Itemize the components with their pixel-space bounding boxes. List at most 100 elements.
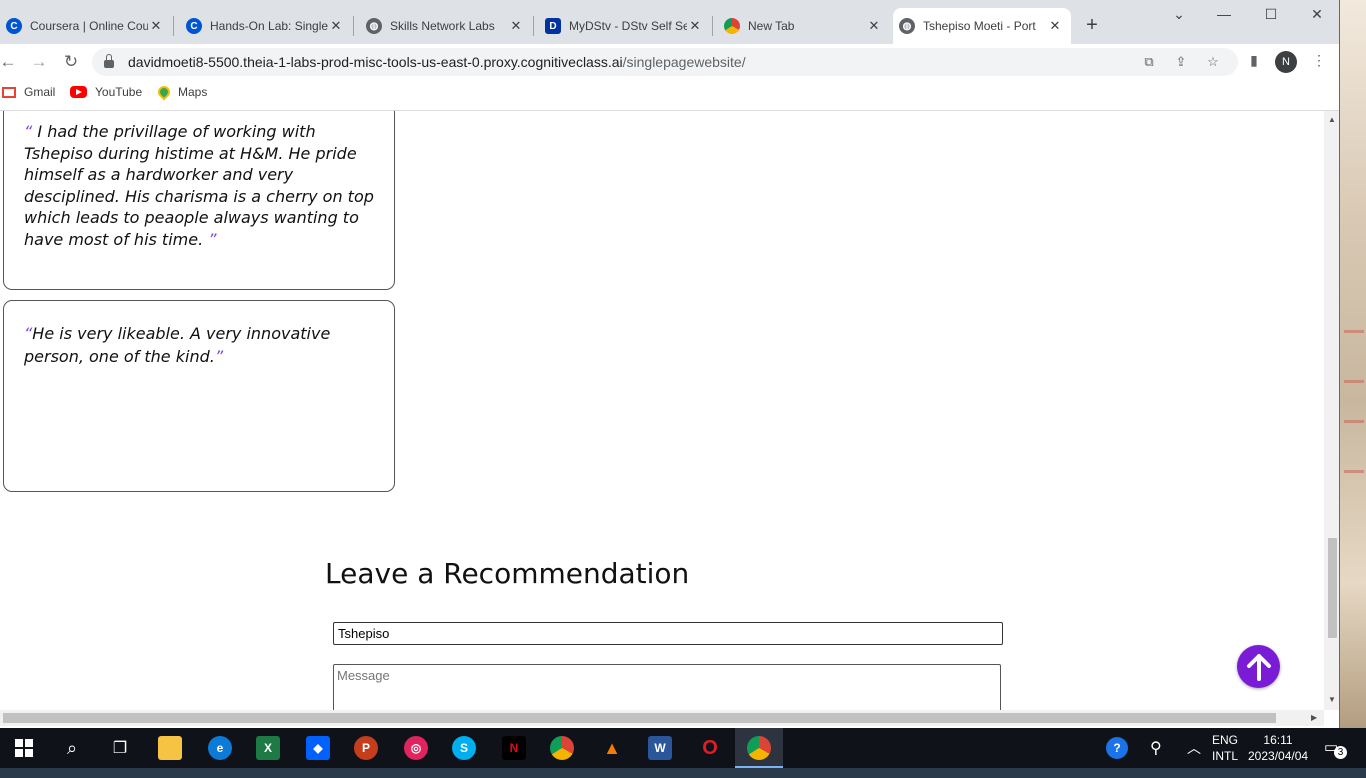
notifications-icon[interactable]: ▭ 3: [1324, 738, 1347, 778]
side-panel-icon[interactable]: ▮: [1244, 52, 1264, 72]
people-icon[interactable]: ⚲: [1150, 738, 1162, 778]
horizontal-scrollbar[interactable]: ▶: [0, 710, 1324, 726]
dstv-icon: D: [545, 18, 561, 34]
clock-date: 2023/04/04: [1248, 749, 1309, 763]
opera-icon[interactable]: O: [698, 736, 722, 760]
tab-separator: [712, 16, 713, 36]
screen-recorder-icon[interactable]: ◎: [404, 736, 428, 760]
bookmark-maps[interactable]: Maps: [155, 83, 208, 101]
clock-time: 16:11: [1263, 733, 1293, 747]
tab-separator: [173, 16, 174, 36]
close-window-button[interactable]: ✕: [1307, 6, 1327, 23]
bookmark-label: YouTube: [95, 85, 143, 99]
tab-title: Tshepiso Moeti - Port: [923, 19, 1036, 33]
browser-toolbar: ← → ↻ davidmoeti8-5500.theia-1-labs-prod…: [0, 44, 1339, 80]
close-icon[interactable]: ✕: [687, 18, 703, 34]
reload-button[interactable]: ↻: [59, 50, 83, 74]
vertical-scrollbar[interactable]: ▲ ▼: [1324, 111, 1339, 710]
file-explorer-icon[interactable]: [158, 736, 182, 760]
new-tab-button[interactable]: +: [1082, 14, 1102, 37]
scroll-down-arrow[interactable]: ▼: [1327, 695, 1337, 704]
help-icon[interactable]: ?: [1106, 737, 1128, 759]
maximize-button[interactable]: ☐: [1261, 6, 1281, 23]
powerpoint-icon[interactable]: P: [354, 736, 378, 760]
tab-separator: [533, 16, 534, 36]
profile-avatar[interactable]: N: [1275, 51, 1297, 73]
task-view-icon[interactable]: ❐: [108, 736, 132, 760]
back-button[interactable]: ←: [0, 50, 20, 74]
gmail-icon: [2, 86, 16, 98]
tab-hands-on-lab[interactable]: C Hands-On Lab: Single ✕: [180, 8, 352, 44]
scroll-thumb[interactable]: [3, 713, 1276, 723]
tab-strip: C Coursera | Online Cou ✕ C Hands-On Lab…: [0, 0, 1339, 44]
tab-coursera[interactable]: C Coursera | Online Cou ✕: [0, 8, 172, 44]
forward-button[interactable]: →: [27, 50, 51, 74]
tab-title: New Tab: [748, 19, 795, 33]
url-path: /singlepagewebsite/: [622, 54, 746, 70]
scroll-thumb[interactable]: [1328, 538, 1337, 638]
search-icon[interactable]: ⌕: [60, 736, 84, 760]
close-quote: ”: [208, 229, 217, 249]
bookmark-gmail[interactable]: Gmail: [2, 85, 55, 99]
close-icon[interactable]: ✕: [148, 18, 164, 34]
url-host: davidmoeti8-5500.theia-1-labs-prod-misc-…: [128, 54, 623, 70]
skype-icon[interactable]: S: [452, 736, 476, 760]
bookmark-star-icon[interactable]: ☆: [1204, 54, 1222, 72]
tab-search-icon[interactable]: ⌄: [1169, 6, 1189, 23]
share-icon[interactable]: ⇪: [1172, 54, 1190, 72]
tab-title: Hands-On Lab: Single: [210, 19, 328, 33]
scroll-right-arrow[interactable]: ▶: [1311, 713, 1317, 722]
globe-icon: ◍: [366, 18, 382, 34]
form-title: Leave a Recommendation: [325, 557, 690, 590]
close-icon[interactable]: ✕: [508, 18, 524, 34]
netflix-icon[interactable]: N: [502, 736, 526, 760]
language-bottom: INTL: [1212, 749, 1239, 763]
coursera-icon: C: [186, 18, 202, 34]
arrow-up-icon: [1246, 653, 1271, 681]
notification-count: 3: [1334, 746, 1347, 759]
dropbox-icon[interactable]: ◆: [306, 736, 330, 760]
globe-icon: ◍: [899, 18, 915, 34]
message-input[interactable]: [333, 664, 1001, 710]
clock[interactable]: 16:11 2023/04/04: [1248, 732, 1308, 772]
recommendation-text: He is very likeable. A very innovative p…: [24, 324, 331, 366]
page-viewport: “ I had the privillage of working with T…: [0, 111, 1324, 710]
word-icon[interactable]: W: [648, 736, 672, 760]
scroll-up-arrow[interactable]: ▲: [1327, 115, 1337, 124]
desktop-wallpaper-edge: [1340, 0, 1366, 728]
close-icon[interactable]: ✕: [866, 18, 882, 34]
menu-icon[interactable]: ⋮: [1309, 52, 1329, 72]
start-icon[interactable]: [12, 736, 36, 760]
tab-new-tab[interactable]: New Tab ✕: [718, 8, 890, 44]
language-indicator[interactable]: ENG INTL: [1212, 732, 1238, 772]
tab-title: Skills Network Labs: [390, 19, 495, 33]
vlc-icon[interactable]: ▲: [600, 736, 624, 760]
tab-skills-network-labs[interactable]: ◍ Skills Network Labs ✕: [360, 8, 532, 44]
recommendation-text: I had the privillage of working with Tsh…: [24, 122, 374, 249]
name-input[interactable]: [333, 622, 1003, 645]
coursera-icon: C: [6, 18, 22, 34]
tab-title: Coursera | Online Cou: [30, 19, 148, 33]
translate-icon[interactable]: ⧉: [1140, 54, 1158, 72]
taskbar: ⌕ ❐ e X ◆ P ◎ S N ▲ W O ? ⚲ ︿ ENG INTL 1…: [0, 728, 1366, 768]
url-text[interactable]: davidmoeti8-5500.theia-1-labs-prod-misc-…: [128, 54, 746, 70]
edge-icon[interactable]: e: [208, 736, 232, 760]
chrome-icon[interactable]: [550, 736, 574, 760]
chevron-up-icon[interactable]: ︿: [1187, 738, 1201, 778]
close-icon[interactable]: ✕: [328, 18, 344, 34]
bookmarks-bar: Gmail YouTube Maps: [0, 80, 1339, 111]
bookmark-youtube[interactable]: YouTube: [70, 85, 142, 99]
address-bar[interactable]: davidmoeti8-5500.theia-1-labs-prod-misc-…: [92, 48, 1238, 76]
youtube-icon: [70, 86, 87, 98]
lock-icon[interactable]: [104, 54, 114, 68]
bookmark-label: Maps: [178, 85, 208, 99]
minimize-button[interactable]: —: [1214, 6, 1234, 22]
back-to-top-button[interactable]: [1237, 645, 1280, 688]
tab-separator: [353, 16, 354, 36]
tab-title: MyDStv - DStv Self Se: [569, 19, 687, 33]
tab-portfolio[interactable]: ◍ Tshepiso Moeti - Port ✕: [893, 8, 1071, 44]
chrome-profile-icon[interactable]: [747, 736, 771, 760]
close-icon[interactable]: ✕: [1047, 18, 1063, 34]
excel-icon[interactable]: X: [256, 736, 280, 760]
tab-mydstv[interactable]: D MyDStv - DStv Self Se ✕: [539, 8, 711, 44]
